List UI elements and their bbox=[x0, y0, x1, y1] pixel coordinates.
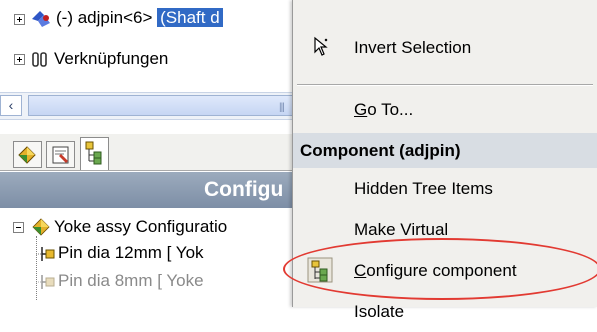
menu-item-invert-selection[interactable]: Invert Selection bbox=[293, 28, 597, 68]
config-root-label: Yoke assy Configuratio bbox=[54, 217, 228, 236]
annotation-highlight-ellipse bbox=[283, 238, 597, 300]
menu-section-title: Component (adjpin) bbox=[300, 141, 461, 160]
expand-plus-icon[interactable] bbox=[14, 14, 25, 25]
tab-property-manager[interactable] bbox=[46, 141, 75, 168]
property-manager-icon bbox=[52, 146, 69, 164]
mates-icon bbox=[31, 51, 49, 69]
scroll-left-arrow-icon[interactable]: ‹ bbox=[0, 95, 22, 116]
scrollbar-thumb[interactable]: ||| bbox=[28, 95, 300, 116]
configuration-icon bbox=[36, 273, 56, 291]
menu-item-label: Hidden Tree Items bbox=[354, 179, 493, 198]
menu-item-hidden-tree-items[interactable]: Hidden Tree Items bbox=[293, 169, 597, 209]
menu-section-header: Component (adjpin) bbox=[293, 133, 597, 168]
configuration-manager-header: Configu bbox=[0, 172, 300, 208]
menu-item-label: Go To... bbox=[354, 100, 413, 120]
tab-feature-manager[interactable] bbox=[13, 141, 42, 168]
expand-plus-icon[interactable] bbox=[14, 54, 25, 65]
feature-tree-panel: (-) adjpin<6> (Shaft d Verknüpfungen ‹ |… bbox=[0, 0, 300, 307]
configuration-icon bbox=[36, 245, 56, 263]
menu-item-label: Isolate bbox=[354, 302, 405, 321]
menu-separator bbox=[297, 84, 593, 86]
menu-item-label: Make Virtual bbox=[354, 220, 449, 239]
feature-manager-icon bbox=[18, 146, 36, 164]
tab-configuration-manager[interactable] bbox=[80, 137, 109, 170]
part-icon bbox=[30, 9, 52, 29]
collapse-minus-icon[interactable] bbox=[13, 222, 24, 233]
panel-title: Configu bbox=[204, 178, 284, 201]
configuration-manager-icon bbox=[85, 141, 102, 165]
config-item-label: Pin dia 12mm [ Yok bbox=[58, 243, 204, 262]
tree-item-verknuepfungen-label: Verknüpfungen bbox=[54, 49, 169, 68]
tree-item-adjpin-label: (-) adjpin<6> bbox=[56, 8, 158, 27]
tree-item-adjpin-selected-text: (Shaft d bbox=[157, 8, 223, 27]
scroll-grip-icon: ||| bbox=[279, 102, 285, 113]
arrow-cursor-icon bbox=[311, 36, 333, 58]
menu-item-label-rest: o To... bbox=[367, 100, 414, 119]
menu-item-label: Invert Selection bbox=[354, 38, 472, 57]
config-item-label: Pin dia 8mm [ Yoke bbox=[58, 271, 204, 290]
menu-accelerator-char: G bbox=[354, 100, 368, 119]
manager-tab-bar bbox=[0, 134, 300, 171]
horizontal-scrollbar[interactable]: ‹ ||| bbox=[0, 92, 300, 120]
menu-item-go-to[interactable]: Go To... bbox=[293, 90, 597, 130]
assembly-config-icon bbox=[30, 217, 52, 237]
